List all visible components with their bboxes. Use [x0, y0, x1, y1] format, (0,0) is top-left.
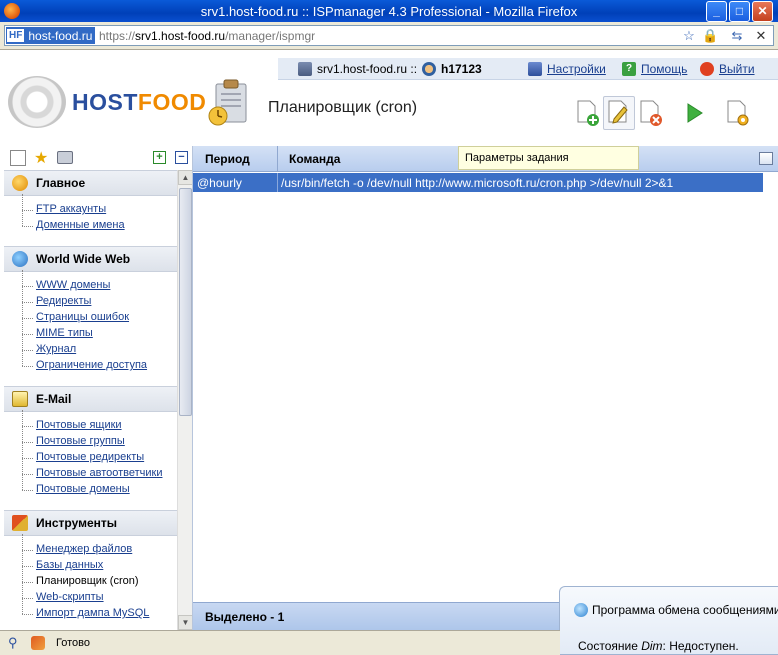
site-identity-button[interactable]: HF host-food.ru [6, 27, 96, 44]
sidebar-item[interactable]: Почтовые автоответчики [22, 458, 178, 482]
delete-document-icon [640, 100, 662, 126]
sidebar-item[interactable]: Журнал [22, 334, 178, 358]
settings-link[interactable]: Настройки [547, 62, 606, 76]
edit-task-button[interactable] [603, 96, 635, 130]
new-task-button[interactable] [572, 96, 604, 130]
close-button[interactable]: ✕ [752, 1, 773, 22]
server-name: srv1.host-food.ru :: [317, 62, 418, 76]
task-settings-button[interactable] [722, 96, 754, 130]
sidebar-item[interactable]: Менеджер файлов [22, 534, 178, 558]
sidebar-item[interactable]: Базы данных [22, 550, 178, 574]
sidebar-item[interactable]: Почтовые ящики [22, 410, 178, 434]
scroll-thumb[interactable] [179, 188, 192, 416]
delete-task-button[interactable] [635, 96, 667, 130]
favorites-star-icon[interactable]: ★ [34, 148, 48, 168]
stop-icon[interactable]: ✕ [753, 29, 769, 43]
sidebar-item[interactable]: Импорт дампа MySQL [22, 598, 178, 622]
cron-table: Период Команда @hourly /usr/bin/fetch -o… [192, 146, 778, 630]
address-bar: HF host-food.ru https://srv1.host-food.r… [0, 22, 778, 50]
sidebar-item[interactable]: Почтовые группы [22, 426, 178, 450]
sidebar-section-tools: Инструменты Менеджер файлов Базы данных … [4, 510, 178, 626]
sidebar-item[interactable]: Почтовые редиректы [22, 442, 178, 466]
status-bar: ⚲ Готово [0, 630, 560, 655]
window-titlebar: srv1.host-food.ru :: ISPmanager 4.3 Prof… [0, 0, 778, 22]
section-header[interactable]: World Wide Web [4, 246, 178, 272]
tooltip: Параметры задания [458, 146, 639, 170]
user-icon [422, 62, 436, 76]
expand-all-icon[interactable]: + [153, 151, 166, 164]
sidebar-section-email: E-Mail Почтовые ящики Почтовые группы По… [4, 386, 178, 502]
site-favicon-icon: HF [6, 28, 26, 43]
bookmark-star-icon[interactable]: ☆ [681, 29, 697, 43]
row-command: /usr/bin/fetch -o /dev/null http://www.m… [281, 176, 674, 190]
sidebar-scrollbar[interactable]: ▲ ▼ [177, 170, 193, 630]
top-user-strip: srv1.host-food.ru :: h17123 Настройки ? … [278, 58, 778, 80]
sidebar-toolbar: ★ + − [4, 148, 192, 168]
logout-icon [700, 62, 714, 76]
logo-disc-icon [8, 76, 66, 128]
sidebar-item[interactable]: FTP аккаунты [22, 194, 178, 218]
notification-status: Состояние Dim: Недоступен. [578, 639, 739, 653]
section-header[interactable]: Главное [4, 170, 178, 196]
messenger-notification[interactable]: Программа обмена сообщениями Состояние D… [559, 586, 778, 655]
server-icon [298, 62, 312, 76]
edit-document-icon [608, 100, 628, 124]
help-icon: ? [622, 62, 636, 76]
messenger-icon [574, 603, 588, 617]
add-document-icon [577, 100, 599, 126]
sidebar-section-www: World Wide Web WWW домены Редиректы Стра… [4, 246, 178, 378]
addon-icon[interactable] [31, 636, 45, 650]
sidebar-item[interactable]: WWW домены [22, 270, 178, 294]
search-icon[interactable]: ⚲ [8, 635, 18, 651]
envelope-icon [12, 391, 28, 407]
reload-icon[interactable]: ⇆ [729, 29, 745, 43]
column-header-period[interactable]: Период [205, 152, 250, 166]
sidebar-item[interactable]: Почтовые домены [22, 474, 178, 498]
run-task-button[interactable] [678, 96, 710, 130]
logout-link[interactable]: Выйти [719, 62, 755, 76]
column-header-command[interactable]: Команда [289, 152, 340, 166]
sidebar-item[interactable]: Доменные имена [22, 210, 178, 234]
page-title: Планировщик (cron) [268, 99, 418, 116]
scroll-up-icon[interactable]: ▲ [178, 170, 193, 185]
table-row[interactable]: @hourly /usr/bin/fetch -o /dev/null http… [193, 173, 763, 192]
tools-icon [12, 515, 28, 531]
window-title: srv1.host-food.ru :: ISPmanager 4.3 Prof… [200, 4, 578, 19]
url-input[interactable]: HF host-food.ru https://srv1.host-food.r… [4, 25, 774, 46]
status-text: Готово [56, 637, 90, 649]
section-header[interactable]: E-Mail [4, 386, 178, 412]
toolbox-icon[interactable] [57, 151, 73, 164]
column-chooser-icon[interactable] [759, 152, 773, 165]
play-icon [687, 103, 703, 123]
scheduler-clipboard-icon [208, 79, 247, 126]
sidebar-item-active[interactable]: Планировщик (cron) [22, 566, 178, 590]
app-header: srv1.host-food.ru :: h17123 Настройки ? … [0, 50, 778, 146]
sidebar-item[interactable]: MIME типы [22, 318, 178, 342]
maximize-button[interactable]: □ [729, 1, 750, 22]
help-link[interactable]: Помощь [641, 62, 687, 76]
sidebar-section-main: Главное FTP аккаунты Доменные имена [4, 170, 178, 238]
sidebar-item[interactable]: Ограничение доступа [22, 350, 178, 374]
section-header[interactable]: Инструменты [4, 510, 178, 536]
globe-icon [12, 251, 28, 267]
sidebar-item[interactable]: Страницы ошибок [22, 302, 178, 326]
user-name: h17123 [441, 62, 482, 76]
minimize-button[interactable]: _ [706, 1, 727, 22]
lock-icon: 🔒 [702, 28, 719, 43]
sidebar: Главное FTP аккаунты Доменные имена Worl… [4, 170, 178, 630]
scroll-down-icon[interactable]: ▼ [178, 615, 193, 630]
selection-count: Выделено - 1 [205, 610, 285, 624]
notification-title: Программа обмена сообщениями [592, 603, 778, 617]
site-name: host-food.ru [28, 28, 93, 43]
sidebar-item[interactable]: Редиректы [22, 286, 178, 310]
url-text: https://srv1.host-food.ru/manager/ispmgr [99, 29, 316, 43]
hostfood-logo: HOSTFOOD [8, 76, 206, 128]
list-view-icon[interactable] [10, 150, 26, 166]
row-period: @hourly [197, 176, 242, 190]
collapse-all-icon[interactable]: − [175, 151, 188, 164]
settings-icon [528, 62, 542, 76]
home-icon [12, 175, 28, 191]
sidebar-item[interactable]: Web-скрипты [22, 582, 178, 606]
settings-document-icon [727, 100, 749, 126]
